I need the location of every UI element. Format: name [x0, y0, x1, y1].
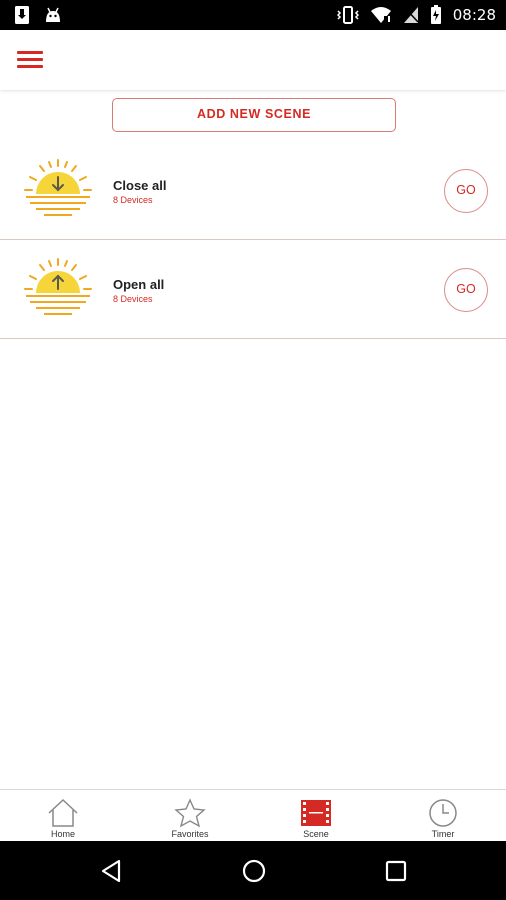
scene-title: Open all	[113, 277, 165, 292]
status-bar: 08:28	[0, 0, 506, 30]
home-circle-icon[interactable]	[240, 857, 268, 885]
tab-home[interactable]: Home	[0, 790, 126, 842]
sunrise-up-arrow-icon	[24, 258, 92, 315]
bottom-tab-bar: Home Favorites Scene Timer	[0, 789, 506, 841]
scene-device-count: 8 Devices	[113, 294, 153, 304]
battery-icon	[430, 5, 441, 24]
tab-label: Favorites	[171, 829, 209, 839]
home-icon	[48, 798, 78, 827]
android-nav-bar	[0, 841, 506, 900]
tab-scene[interactable]: Scene	[253, 790, 379, 842]
scene-row-close-all[interactable]: Close all 8 Devices GO	[0, 141, 506, 240]
sunset-down-arrow-icon	[24, 159, 92, 216]
tab-label: Scene	[303, 829, 329, 839]
film-scene-icon	[301, 800, 331, 826]
go-button[interactable]: GO	[444, 268, 488, 312]
hamburger-menu-icon[interactable]	[17, 50, 45, 70]
scene-row-open-all[interactable]: Open all 8 Devices GO	[0, 240, 506, 339]
tab-label: Timer	[431, 829, 455, 839]
clock-icon	[429, 799, 457, 827]
tab-label: Home	[50, 829, 75, 839]
no-sim-icon	[403, 7, 419, 23]
wifi-icon	[370, 7, 391, 23]
android-icon	[46, 7, 60, 22]
app-header	[0, 30, 506, 90]
scene-title: Close all	[113, 178, 167, 193]
add-new-scene-button[interactable]: ADD NEW SCENE	[112, 98, 396, 132]
tab-timer[interactable]: Timer	[380, 790, 506, 842]
scene-device-count: 8 Devices	[113, 195, 153, 205]
recents-icon[interactable]	[382, 857, 410, 885]
back-icon[interactable]	[98, 857, 126, 885]
status-time: 08:28	[452, 6, 496, 24]
vibrate-icon	[336, 6, 359, 24]
download-notification-icon	[15, 6, 29, 24]
tab-favorites[interactable]: Favorites	[127, 790, 253, 842]
star-icon	[174, 798, 206, 828]
go-button[interactable]: GO	[444, 169, 488, 213]
